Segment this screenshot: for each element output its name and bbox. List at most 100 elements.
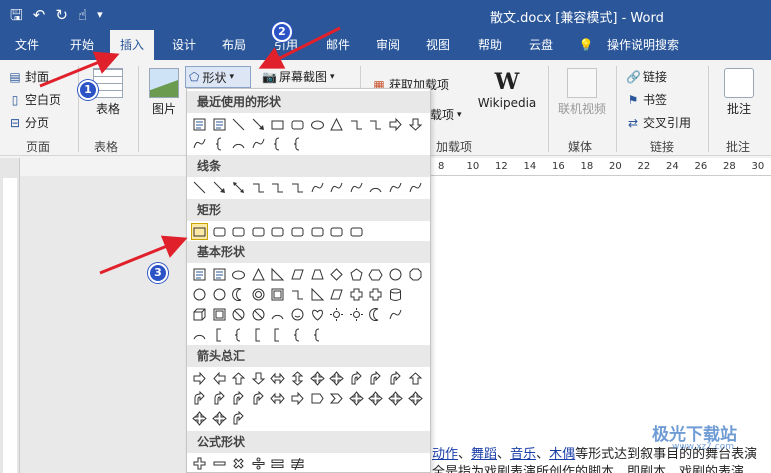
rrect-shape-icon[interactable] bbox=[211, 223, 228, 240]
arc-shape-icon[interactable] bbox=[367, 179, 384, 196]
tab-insert[interactable]: 插入 bbox=[110, 30, 154, 60]
tab-help[interactable]: 帮助 bbox=[470, 30, 510, 60]
au-shape-icon[interactable] bbox=[230, 370, 247, 387]
eqmul-shape-icon[interactable] bbox=[230, 455, 247, 472]
ar-shape-icon[interactable] bbox=[289, 390, 306, 407]
eqdiv-shape-icon[interactable] bbox=[250, 455, 267, 472]
heart-shape-icon[interactable] bbox=[309, 306, 326, 323]
a4-shape-icon[interactable] bbox=[407, 390, 424, 407]
brace-shape-icon[interactable] bbox=[309, 326, 326, 343]
elbow-shape-icon[interactable] bbox=[269, 179, 286, 196]
a4-shape-icon[interactable] bbox=[309, 370, 326, 387]
oval-shape-icon[interactable] bbox=[309, 116, 326, 133]
ad-shape-icon[interactable] bbox=[250, 370, 267, 387]
curv-shape-icon[interactable] bbox=[367, 370, 384, 387]
elbow-shape-icon[interactable] bbox=[289, 179, 306, 196]
tell-me-search[interactable]: 操作说明搜索 bbox=[596, 30, 690, 60]
alr-shape-icon[interactable] bbox=[269, 390, 286, 407]
touch-mode-icon[interactable]: ☝ bbox=[78, 5, 87, 25]
plus-shape-icon[interactable] bbox=[367, 286, 384, 303]
cyl-shape-icon[interactable] bbox=[387, 286, 404, 303]
curve-shape-icon[interactable] bbox=[250, 135, 267, 152]
cube-shape-icon[interactable] bbox=[191, 306, 208, 323]
oval-shape-icon[interactable] bbox=[230, 266, 247, 283]
elbow-shape-icon[interactable] bbox=[289, 286, 306, 303]
hex-shape-icon[interactable] bbox=[367, 266, 384, 283]
rect-shape-icon[interactable] bbox=[269, 116, 286, 133]
curv-shape-icon[interactable] bbox=[230, 410, 247, 427]
aud-shape-icon[interactable] bbox=[289, 370, 306, 387]
moon-shape-icon[interactable] bbox=[367, 306, 384, 323]
elbow-shape-icon[interactable] bbox=[348, 116, 365, 133]
donut-shape-icon[interactable] bbox=[250, 286, 267, 303]
hyperlink[interactable]: 舞蹈 bbox=[471, 447, 497, 462]
rrect-shape-icon[interactable] bbox=[309, 223, 326, 240]
eqeq-shape-icon[interactable] bbox=[269, 455, 286, 472]
rrect-shape-icon[interactable] bbox=[230, 223, 247, 240]
a4-shape-icon[interactable] bbox=[387, 390, 404, 407]
noent-shape-icon[interactable] bbox=[250, 306, 267, 323]
brace-shape-icon[interactable] bbox=[211, 135, 228, 152]
curv-shape-icon[interactable] bbox=[387, 370, 404, 387]
brace-shape-icon[interactable] bbox=[230, 326, 247, 343]
par-shape-icon[interactable] bbox=[289, 266, 306, 283]
eqne-shape-icon[interactable] bbox=[289, 455, 306, 472]
curve-shape-icon[interactable] bbox=[407, 179, 424, 196]
sun-shape-icon[interactable] bbox=[348, 306, 365, 323]
arc-shape-icon[interactable] bbox=[269, 306, 286, 323]
curve-shape-icon[interactable] bbox=[309, 179, 326, 196]
a4-shape-icon[interactable] bbox=[211, 410, 228, 427]
a4-shape-icon[interactable] bbox=[328, 370, 345, 387]
al-shape-icon[interactable] bbox=[211, 370, 228, 387]
circle-shape-icon[interactable] bbox=[387, 266, 404, 283]
eqplus-shape-icon[interactable] bbox=[191, 455, 208, 472]
tab-file[interactable]: 文件 bbox=[6, 30, 48, 60]
line-shape-icon[interactable] bbox=[191, 179, 208, 196]
rtri-shape-icon[interactable] bbox=[309, 286, 326, 303]
elbow-shape-icon[interactable] bbox=[367, 116, 384, 133]
text-shape-icon[interactable] bbox=[191, 116, 208, 133]
page-break-button[interactable]: ⊟ 分页 bbox=[8, 114, 49, 131]
tab-cloud[interactable]: 云盘 bbox=[520, 30, 562, 60]
moon-shape-icon[interactable] bbox=[230, 286, 247, 303]
curve-shape-icon[interactable] bbox=[387, 306, 404, 323]
circle-shape-icon[interactable] bbox=[191, 286, 208, 303]
frame-shape-icon[interactable] bbox=[211, 306, 228, 323]
arc-shape-icon[interactable] bbox=[230, 135, 247, 152]
customize-qat-icon[interactable]: ▾ bbox=[97, 5, 103, 25]
curv-shape-icon[interactable] bbox=[348, 370, 365, 387]
brack-shape-icon[interactable] bbox=[250, 326, 267, 343]
tri-shape-icon[interactable] bbox=[328, 116, 345, 133]
undo-icon[interactable]: ↶ bbox=[33, 5, 46, 25]
arrowline-shape-icon[interactable] bbox=[250, 116, 267, 133]
curve-shape-icon[interactable] bbox=[387, 179, 404, 196]
pent-shape-icon[interactable] bbox=[348, 266, 365, 283]
wikipedia-button[interactable]: W Wikipedia bbox=[476, 68, 538, 110]
rrect-shape-icon[interactable] bbox=[269, 223, 286, 240]
tab-mailings[interactable]: 邮件 bbox=[318, 30, 358, 60]
rrect-shape-icon[interactable] bbox=[328, 223, 345, 240]
ad-shape-icon[interactable] bbox=[407, 116, 424, 133]
brace-shape-icon[interactable] bbox=[289, 135, 306, 152]
tab-view[interactable]: 视图 bbox=[418, 30, 458, 60]
cover-page-button[interactable]: ▤ 封面 bbox=[8, 68, 49, 85]
blank-page-button[interactable]: ▯ 空白页 bbox=[8, 91, 61, 108]
screenshot-button[interactable]: 📷 屏幕截图 ▾ bbox=[262, 68, 335, 85]
cross-reference-button[interactable]: ⇄ 交叉引用 bbox=[626, 114, 691, 131]
curv-shape-icon[interactable] bbox=[211, 390, 228, 407]
frame-shape-icon[interactable] bbox=[269, 286, 286, 303]
plus-shape-icon[interactable] bbox=[348, 286, 365, 303]
rtri-shape-icon[interactable] bbox=[269, 266, 286, 283]
curve-shape-icon[interactable] bbox=[191, 135, 208, 152]
arc-shape-icon[interactable] bbox=[191, 326, 208, 343]
penta-shape-icon[interactable] bbox=[309, 390, 326, 407]
comment-button[interactable]: 批注 bbox=[718, 68, 760, 117]
eqminus-shape-icon[interactable] bbox=[211, 455, 228, 472]
au-shape-icon[interactable] bbox=[407, 370, 424, 387]
a4-shape-icon[interactable] bbox=[348, 390, 365, 407]
bookmark-button[interactable]: ⚑ 书签 bbox=[626, 91, 667, 108]
dbl-shape-icon[interactable] bbox=[230, 179, 247, 196]
diam-shape-icon[interactable] bbox=[328, 266, 345, 283]
curv-shape-icon[interactable] bbox=[191, 390, 208, 407]
rectangle-shape-icon[interactable] bbox=[191, 223, 208, 240]
